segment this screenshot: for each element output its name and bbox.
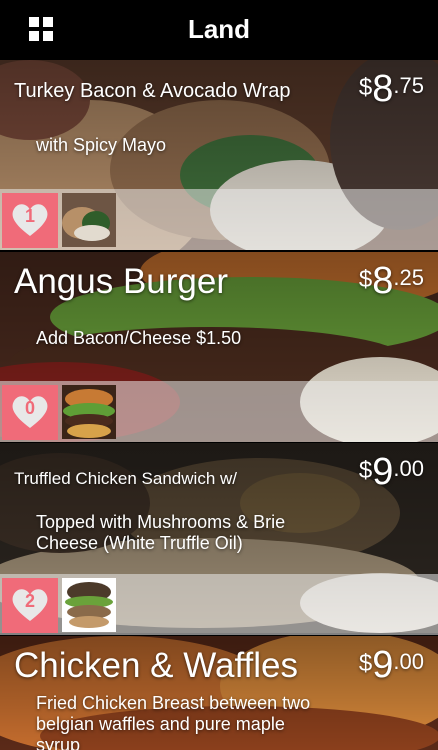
page-title: Land: [187, 14, 251, 44]
menu-item-chicken-waffles[interactable]: Chicken & Waffles $9.00 Fried Chicken Br…: [0, 636, 438, 750]
item-thumbnail[interactable]: [62, 385, 116, 439]
menu-screen: Land Turkey Bacon & Avocado Wrap $8.75 w…: [0, 0, 438, 750]
like-count: 0: [24, 398, 35, 418]
item-price: $8.75: [358, 68, 424, 110]
item-name: Angus Burger: [14, 262, 229, 301]
top-bar: Land: [0, 0, 438, 60]
item-thumbnail[interactable]: [62, 193, 116, 247]
item-price: $8.25: [358, 260, 424, 302]
like-count: 2: [24, 591, 35, 611]
item-description: Add Bacon/Cheese $1.50: [36, 328, 242, 348]
like-button[interactable]: 1: [2, 193, 58, 248]
item-description: Topped with Mushrooms & Brie Cheese (Whi…: [36, 512, 286, 553]
item-description: Fried Chicken Breast between two belgian…: [36, 693, 311, 750]
item-action-strip: 0: [0, 381, 438, 442]
item-name: Truffled Chicken Sandwich w/: [14, 469, 237, 488]
item-description: with Spicy Mayo: [36, 135, 167, 155]
item-name: Chicken & Waffles: [14, 646, 298, 685]
item-action-strip: 2: [0, 574, 438, 635]
item-price: $9.00: [358, 644, 424, 686]
like-count: 1: [24, 206, 35, 226]
item-name: Turkey Bacon & Avocado Wrap: [14, 80, 291, 102]
like-button[interactable]: 2: [2, 578, 58, 633]
like-button[interactable]: 0: [2, 385, 58, 440]
item-thumbnail[interactable]: [62, 578, 116, 632]
item-price: $9.00: [358, 451, 424, 493]
item-action-strip: 1: [0, 189, 438, 250]
